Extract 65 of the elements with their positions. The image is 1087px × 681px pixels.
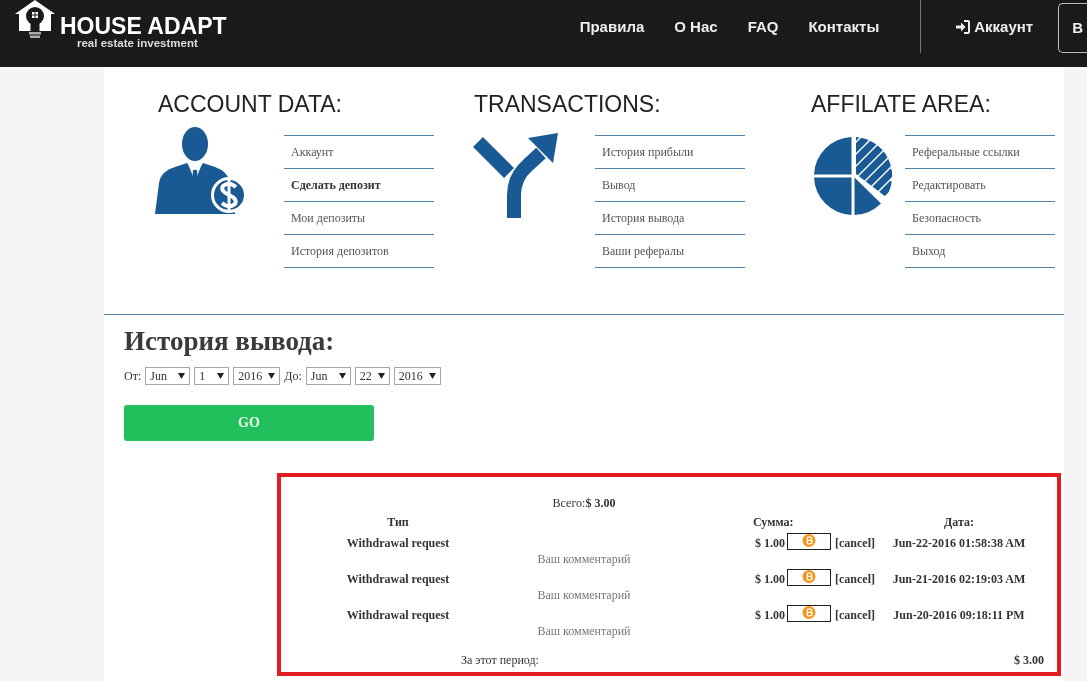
column-header: Тип [387, 514, 409, 530]
header-button[interactable]: В [1058, 3, 1087, 53]
total-text: Всего:$ 3.00 [552, 495, 616, 511]
coin-icon [787, 605, 831, 622]
request-type: Withdrawal request [346, 607, 450, 623]
menu-link[interactable]: Редактировать [905, 169, 1055, 202]
cancel-link[interactable]: [cancel] [835, 535, 875, 551]
to-label: До: [284, 367, 302, 384]
caret-icon [178, 372, 186, 379]
menu-link[interactable]: История депозитов [284, 235, 434, 268]
date-text: Jun-22-2016 01:58:38 AM [892, 535, 1026, 551]
nav-link[interactable]: О Нас [674, 17, 718, 36]
menu-link[interactable]: Мои депозиты [284, 202, 434, 235]
brand-tagline: real estate investment [77, 37, 198, 49]
period-total: $ 3.00 [1014, 652, 1044, 668]
month-select[interactable]: Jun [305, 366, 351, 385]
section-title: TRANSACTIONS: [474, 90, 661, 119]
day-select[interactable]: 22 [354, 366, 390, 385]
fork-arrow-icon [473, 133, 558, 218]
date-text: Jun-21-2016 02:19:03 AM [892, 571, 1026, 587]
menu-link[interactable]: Сделать депозит [284, 169, 434, 202]
menu-link[interactable]: Безопасность [905, 202, 1055, 235]
date-text: Jun-20-2016 09:18:11 PM [893, 607, 1025, 623]
brand-name: HOUSE ADAPT [60, 15, 227, 37]
nav-link[interactable]: FAQ [747, 17, 779, 36]
section-title: ACCOUNT DATA: [158, 90, 342, 119]
comment-text: Ваш комментарий [537, 623, 631, 639]
caret-icon [428, 372, 436, 379]
caret-icon [338, 372, 346, 379]
comment-text: Ваш комментарий [537, 551, 631, 567]
from-label: От: [124, 367, 142, 384]
pie-chart-icon [813, 135, 893, 217]
request-type: Withdrawal request [346, 571, 450, 587]
account-link[interactable]: Аккаунт [956, 0, 1034, 53]
period-label: За этот период: [461, 652, 539, 668]
sign-in-icon [956, 19, 971, 34]
menu-link[interactable]: Ваши рефералы [595, 235, 745, 268]
day-select[interactable]: 1 [194, 366, 230, 385]
caret-icon [377, 372, 385, 379]
menu-link[interactable]: История прибыли [595, 136, 745, 169]
caret-icon [268, 372, 276, 379]
coin-icon [787, 533, 831, 550]
request-type: Withdrawal request [346, 535, 450, 551]
amount-text: $ 1.00 [755, 607, 785, 623]
comment-text: Ваш комментарий [537, 587, 631, 603]
cancel-link[interactable]: [cancel] [835, 571, 875, 587]
coin-icon [787, 569, 831, 586]
year-select[interactable]: 2016 [233, 366, 281, 385]
menu-link[interactable]: Реферальные ссылки [905, 136, 1055, 169]
amount-text: $ 1.00 [755, 571, 785, 587]
nav-link[interactable]: Правила [579, 17, 645, 36]
menu-link[interactable]: Вывод [595, 169, 745, 202]
nav-link[interactable]: Контакты [808, 17, 880, 36]
column-header: Сумма: [753, 514, 794, 530]
page-heading: История вывода: [124, 325, 335, 357]
menu-link[interactable]: История вывода [595, 202, 745, 235]
caret-icon [217, 372, 225, 379]
section-title: AFFILATE AREA: [811, 90, 991, 119]
column-header: Дата: [944, 514, 974, 530]
month-select[interactable]: Jun [145, 366, 191, 385]
amount-text: $ 1.00 [755, 535, 785, 551]
menu-link[interactable]: Выход [905, 235, 1055, 268]
cancel-link[interactable]: [cancel] [835, 607, 875, 623]
year-select[interactable]: 2016 [393, 366, 441, 385]
menu-link[interactable]: Аккаунт [284, 136, 434, 169]
